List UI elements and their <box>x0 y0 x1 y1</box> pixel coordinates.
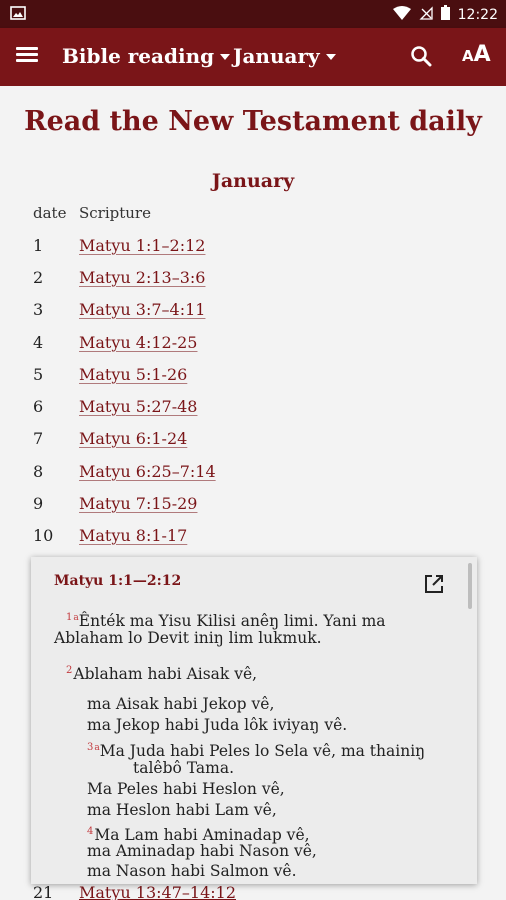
reading-plan-dropdown[interactable]: Bible reading <box>62 44 231 68</box>
reading-link[interactable]: Matyu 5:1-26 <box>79 365 187 384</box>
date-column-header: date <box>33 204 67 222</box>
reading-date: 2 <box>33 268 44 287</box>
verse-1-line2: Ablaham lo Devit iniŋ lim lukmuk. <box>54 629 322 647</box>
reading-date: 4 <box>33 333 44 352</box>
reading-link[interactable]: Matyu 3:7–4:11 <box>79 300 205 319</box>
search-icon[interactable] <box>410 45 434 69</box>
chevron-down-icon <box>325 54 336 60</box>
reading-date: 5 <box>33 365 44 384</box>
poetry-line: ma Nason habi Salmon vê. <box>87 862 297 880</box>
text-size-icon[interactable]: AA <box>462 42 491 67</box>
passage-popup[interactable]: Matyu 1:1—2:12 1aÊnték ma Yisu Kilisi an… <box>31 557 477 884</box>
reading-link[interactable]: Matyu 7:15-29 <box>79 494 197 513</box>
scripture-column-header: Scripture <box>79 204 151 222</box>
app-toolbar: Bible reading January AA <box>0 28 506 86</box>
popup-scrollbar[interactable] <box>468 563 472 609</box>
poetry-line: ma Aisak habi Jekop vê, <box>87 695 275 713</box>
month-heading: January <box>211 170 295 192</box>
no-signal-icon <box>419 5 433 24</box>
clock: 12:22 <box>457 6 498 23</box>
reading-link[interactable]: Matyu 1:1–2:12 <box>79 236 205 255</box>
poetry-line: ma Aminadap habi Nason vê, <box>87 842 317 860</box>
page-title: Read the New Testament daily <box>24 106 482 137</box>
reading-link[interactable]: Matyu 13:47–14:12 <box>79 883 236 900</box>
month-label: January <box>233 44 320 68</box>
reading-link[interactable]: Matyu 2:13–3:6 <box>79 268 205 287</box>
status-bar: 12:22 <box>0 0 506 28</box>
reading-date: 1 <box>33 236 44 255</box>
reading-date: 9 <box>33 494 44 513</box>
wifi-icon <box>392 5 411 24</box>
reading-link[interactable]: Matyu 4:12-25 <box>79 333 197 352</box>
reading-date: 7 <box>33 429 44 448</box>
reading-link[interactable]: Matyu 5:27-48 <box>79 397 197 416</box>
month-dropdown[interactable]: January <box>233 44 336 68</box>
poetry-line: ma Heslon habi Lam vê, <box>87 801 277 819</box>
battery-icon <box>440 5 450 24</box>
reading-date: 10 <box>33 526 54 545</box>
poetry-line: ma Jekop habi Juda lôk iviyaŋ vê. <box>87 716 348 734</box>
reading-plan-label: Bible reading <box>62 44 215 68</box>
reading-date: 8 <box>33 462 44 481</box>
verse-2: 2Ablaham habi Aisak vê, <box>66 665 258 684</box>
reading-link[interactable]: Matyu 6:25–7:14 <box>79 462 216 481</box>
reading-link[interactable]: Matyu 8:1-17 <box>79 526 187 545</box>
poetry-line: Ma Peles habi Heslon vê, <box>87 780 285 798</box>
chevron-down-icon <box>220 54 231 60</box>
reading-date: 3 <box>33 300 44 319</box>
reading-link[interactable]: Matyu 6:1-24 <box>79 429 187 448</box>
reading-date: 6 <box>33 397 44 416</box>
open-external-icon[interactable] <box>423 573 445 595</box>
menu-icon[interactable] <box>16 44 42 70</box>
verse-3-line2: talêbô Tama. <box>133 759 235 777</box>
popup-reference: Matyu 1:1—2:12 <box>54 573 182 589</box>
gallery-notification-icon <box>10 6 26 24</box>
reading-date: 21 <box>33 883 54 900</box>
